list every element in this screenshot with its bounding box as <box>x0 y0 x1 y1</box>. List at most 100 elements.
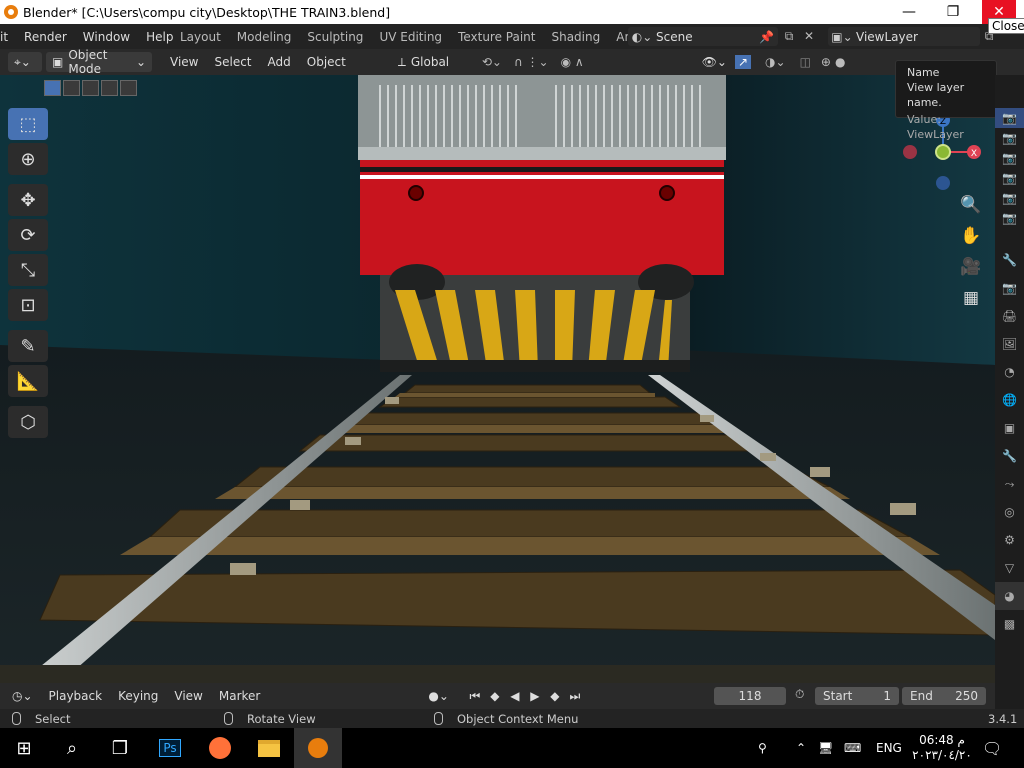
solid-shading-icon[interactable]: ● <box>835 55 845 69</box>
tab-shading[interactable]: Shading <box>543 30 608 44</box>
move-tool-icon[interactable]: ✥ <box>8 184 48 216</box>
menu-view[interactable]: View <box>162 55 206 69</box>
select-extend-icon[interactable] <box>63 80 80 96</box>
tab-uv-editing[interactable]: UV Editing <box>371 30 450 44</box>
timeline-menu-view[interactable]: View <box>166 689 210 703</box>
windows-start-icon[interactable]: ⊞ <box>0 728 48 768</box>
particle-properties-icon[interactable]: ⤳ <box>995 470 1024 498</box>
tab-modeling[interactable]: Modeling <box>229 30 300 44</box>
output-properties-icon[interactable]: 🖨 <box>995 302 1024 330</box>
notifications-icon[interactable]: 🗨 <box>982 728 1002 768</box>
rotate-tool-icon[interactable]: ⟳ <box>8 219 48 251</box>
tab-texture-paint[interactable]: Texture Paint <box>450 30 543 44</box>
jump-end-icon[interactable]: ⏭ <box>565 689 585 704</box>
keyboard-icon[interactable]: ⌨ <box>844 728 861 768</box>
minimize-button[interactable]: — <box>886 0 932 24</box>
network-icon[interactable]: 🖥 <box>818 728 833 768</box>
prev-keyframe-icon[interactable]: ◆ <box>485 689 505 703</box>
perspective-grid-icon[interactable]: ▦ <box>958 288 984 319</box>
object-properties-icon[interactable]: ▣ <box>995 414 1024 442</box>
overlay-icon[interactable]: ◑⌄ <box>765 55 786 69</box>
scale-tool-icon[interactable]: ⤡ <box>8 254 48 286</box>
pin-icon[interactable]: 📌 <box>759 30 774 44</box>
snap-icon[interactable]: ∩ ⋮⌄ <box>514 55 549 69</box>
menu-object[interactable]: Object <box>299 55 354 69</box>
menu-file-partial[interactable]: it <box>0 30 16 44</box>
delete-scene-icon[interactable]: ✕ <box>800 27 818 46</box>
select-invert-icon[interactable] <box>101 80 118 96</box>
gizmo-neg-z-axis[interactable] <box>936 176 950 190</box>
cursor-tool-icon[interactable]: ⊕ <box>8 143 48 175</box>
file-explorer-icon[interactable] <box>245 728 293 768</box>
timeline-menu-marker[interactable]: Marker <box>211 689 268 703</box>
gizmo-neg-x-axis[interactable] <box>903 145 917 159</box>
menu-render[interactable]: Render <box>16 30 75 44</box>
view-layer-properties-icon[interactable]: 🖼 <box>995 330 1024 358</box>
scene-properties-icon[interactable]: ◔ <box>995 358 1024 386</box>
pan-hand-icon[interactable]: ✋ <box>958 226 984 257</box>
zoom-icon[interactable]: 🔍 <box>958 195 984 226</box>
next-keyframe-icon[interactable]: ◆ <box>545 689 565 703</box>
physics-properties-icon[interactable]: ◎ <box>995 498 1024 526</box>
menu-add[interactable]: Add <box>260 55 299 69</box>
blender-taskbar-icon[interactable] <box>294 728 342 768</box>
people-icon[interactable]: ⚲ <box>758 728 767 768</box>
play-reverse-icon[interactable]: ◀ <box>505 689 525 703</box>
timeline-menu-playback[interactable]: Playback <box>41 689 111 703</box>
annotate-tool-icon[interactable]: ✎ <box>8 330 48 362</box>
timeline-editor-icon[interactable]: ◷⌄ <box>0 689 41 703</box>
task-view-icon[interactable]: ❐ <box>96 728 144 768</box>
timeline-menu-keying[interactable]: Keying <box>110 689 166 703</box>
camera-visibility-icon[interactable]: 📷 <box>995 208 1024 228</box>
camera-visibility-icon[interactable]: 📷 <box>995 108 1024 128</box>
add-cube-tool-icon[interactable]: ⬡ <box>8 406 48 438</box>
transform-orientation-dropdown[interactable]: ⟂ Global <box>391 52 470 72</box>
select-intersect-icon[interactable] <box>120 80 137 96</box>
select-new-icon[interactable] <box>44 80 61 96</box>
3d-viewport[interactable] <box>0 75 995 683</box>
gizmo-toggle-icon[interactable]: ↗ <box>734 55 752 69</box>
editor-type-icon[interactable]: ⌖⌄ <box>8 52 42 72</box>
firefox-icon[interactable] <box>196 728 244 768</box>
camera-visibility-icon[interactable]: 📷 <box>995 128 1024 148</box>
camera-view-icon[interactable]: 🎥 <box>958 257 984 288</box>
data-properties-icon[interactable]: ▽ <box>995 554 1024 582</box>
world-properties-icon[interactable]: 🌐 <box>995 386 1024 414</box>
record-icon[interactable]: ●⌄ <box>428 689 449 703</box>
start-frame-field[interactable]: Start 1 <box>815 687 899 705</box>
camera-visibility-icon[interactable]: 📷 <box>995 168 1024 188</box>
proportional-edit-icon[interactable]: ◉ ∧ <box>561 55 584 69</box>
menu-select[interactable]: Select <box>206 55 259 69</box>
texture-properties-icon[interactable]: ▩ <box>995 610 1024 638</box>
photoshop-icon[interactable]: Ps <box>146 728 194 768</box>
maximize-button[interactable]: ❐ <box>930 0 976 24</box>
measure-tool-icon[interactable]: 📐 <box>8 365 48 397</box>
select-subtract-icon[interactable] <box>82 80 99 96</box>
tab-sculpting[interactable]: Sculpting <box>299 30 371 44</box>
show-hidden-icons[interactable]: ⌃ <box>796 728 806 768</box>
camera-visibility-icon[interactable]: 📷 <box>995 188 1024 208</box>
current-frame-field[interactable]: 118 <box>714 687 786 705</box>
gizmo-y-axis[interactable] <box>935 144 951 160</box>
clock[interactable]: 06:48 م ٢٠٢٣/٠٤/٢٠ <box>912 728 972 768</box>
visibility-icon[interactable]: 👁⌄ <box>702 55 727 69</box>
stopwatch-icon[interactable]: ⏱ <box>795 687 804 702</box>
scene-selector[interactable]: ◐⌄ Scene 📌 <box>628 27 778 46</box>
search-icon[interactable]: ⌕ <box>48 728 96 768</box>
modifier-properties-icon[interactable]: 🔧 <box>995 442 1024 470</box>
material-properties-icon[interactable]: ◕ <box>995 582 1024 610</box>
tab-layout[interactable]: Layout <box>172 30 229 44</box>
camera-visibility-icon[interactable]: 📷 <box>995 148 1024 168</box>
menu-window[interactable]: Window <box>75 30 138 44</box>
end-frame-field[interactable]: End 250 <box>902 687 986 705</box>
play-icon[interactable]: ▶ <box>525 689 545 703</box>
new-scene-icon[interactable]: ⧉ <box>780 27 798 46</box>
transform-tool-icon[interactable]: ⊡ <box>8 289 48 321</box>
pivot-icon[interactable]: ⟲⌄ <box>482 55 502 69</box>
wireframe-shading-icon[interactable]: ⊕ <box>821 55 831 69</box>
render-properties-icon[interactable]: 📷 <box>995 274 1024 302</box>
view-layer-selector[interactable]: ▣⌄ ViewLayer <box>828 27 980 46</box>
mode-dropdown[interactable]: ▣ Object Mode ⌄ <box>46 48 152 76</box>
xray-icon[interactable]: ◫ <box>800 55 811 69</box>
jump-start-icon[interactable]: ⏮ <box>465 689 485 704</box>
